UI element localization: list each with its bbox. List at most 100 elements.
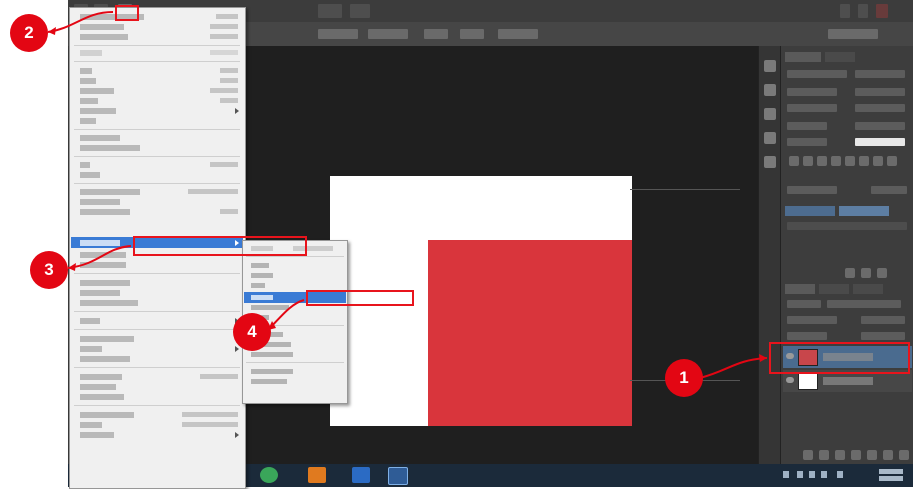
opacity-field[interactable] (861, 316, 905, 324)
menu-item-remote-connections[interactable] (80, 356, 130, 362)
menu-item-define-custom-shape[interactable] (80, 300, 138, 306)
clone-source-panel-icon[interactable] (764, 132, 776, 144)
layer-filter-select[interactable] (787, 300, 821, 308)
properties-panel-icon[interactable] (764, 84, 776, 96)
text-color-swatch[interactable] (855, 138, 905, 146)
leading-field[interactable] (855, 88, 905, 96)
menu-item-menus[interactable] (80, 422, 102, 428)
underline-icon[interactable] (873, 156, 883, 166)
menu-item-fade[interactable] (80, 50, 102, 56)
subscript-icon[interactable] (859, 156, 869, 166)
faux-italic-icon[interactable] (803, 156, 813, 166)
paragraph-styles-tab[interactable] (785, 206, 835, 216)
menu-item-step-forward[interactable] (80, 24, 124, 30)
minimize-button[interactable] (840, 4, 850, 18)
menu-item-auto-align[interactable] (80, 252, 126, 258)
menu-item-find-replace[interactable] (80, 145, 140, 151)
menu-item-content-aware-scale[interactable] (80, 189, 140, 195)
new-style-icon[interactable] (861, 268, 871, 278)
submenu-item-rotate-90-ccw[interactable] (251, 352, 293, 357)
all-caps-icon[interactable] (817, 156, 827, 166)
option-field[interactable] (368, 29, 408, 39)
submenu-item-flip-vertical[interactable] (251, 379, 287, 384)
fill-field[interactable] (861, 332, 905, 340)
font-size-field[interactable] (787, 88, 837, 96)
menu-item-paste[interactable] (80, 98, 98, 104)
character-styles-tab[interactable] (839, 206, 889, 216)
lock-options[interactable] (787, 332, 827, 340)
actions-panel-icon[interactable] (764, 156, 776, 168)
anti-alias-select[interactable] (871, 186, 907, 194)
menu-item-keyboard-shortcuts[interactable] (80, 412, 134, 418)
layers-panel-tab[interactable] (785, 284, 815, 294)
menu-item-color-settings[interactable] (80, 374, 122, 380)
tray-icon[interactable] (783, 471, 789, 478)
new-layer-icon[interactable] (883, 450, 893, 460)
layer-mask-icon[interactable] (835, 450, 845, 460)
word-icon[interactable] (352, 467, 370, 483)
menu-item-transform[interactable] (80, 240, 120, 246)
tracking-field[interactable] (855, 104, 905, 112)
workspace-switcher[interactable] (828, 29, 878, 39)
baseline-shift-field[interactable] (787, 138, 827, 146)
photoshop-icon[interactable] (388, 467, 408, 485)
paths-panel-tab[interactable] (853, 284, 883, 294)
visibility-eye-icon[interactable] (786, 377, 794, 383)
character-panel-tab[interactable] (785, 52, 821, 62)
menu-help[interactable] (350, 4, 370, 18)
network-icon[interactable] (809, 471, 815, 478)
submenu-item-scale[interactable] (251, 263, 269, 268)
menu-item-define-pattern[interactable] (80, 290, 120, 296)
menu-window[interactable] (318, 4, 342, 18)
menu-item-copy[interactable] (80, 78, 96, 84)
taskbar-clock[interactable] (879, 467, 907, 483)
menu-item-convert-to-profile[interactable] (80, 394, 124, 400)
horizontal-scale-field[interactable] (855, 122, 905, 130)
delete-style-icon[interactable] (877, 268, 887, 278)
faux-bold-icon[interactable] (789, 156, 799, 166)
tray-icon[interactable] (797, 471, 803, 478)
option-field[interactable] (318, 29, 358, 39)
small-caps-icon[interactable] (831, 156, 841, 166)
kerning-field[interactable] (787, 104, 837, 112)
brush-panel-icon[interactable] (764, 108, 776, 120)
layer-filter-icons[interactable] (827, 300, 901, 308)
submenu-item-flip-horizontal[interactable] (251, 369, 293, 374)
option-field[interactable] (460, 29, 484, 39)
menu-item-puppet-warp[interactable] (80, 199, 120, 205)
menu-item-purge[interactable] (80, 318, 100, 324)
menu-item-check-spelling[interactable] (80, 135, 120, 141)
submenu-item-skew[interactable] (251, 283, 265, 288)
menu-item-free-transform[interactable] (80, 209, 130, 215)
menu-item-define-brush[interactable] (80, 280, 130, 286)
menu-item-preferences[interactable] (80, 432, 114, 438)
menu-item-paste-special[interactable] (80, 108, 116, 114)
maximize-button[interactable] (858, 4, 868, 18)
menu-item-stroke[interactable] (80, 172, 100, 178)
new-group-icon[interactable] (867, 450, 877, 460)
menu-item-cut[interactable] (80, 68, 92, 74)
link-layers-icon[interactable] (803, 450, 813, 460)
submenu-item-rotate[interactable] (251, 273, 273, 278)
paragraph-panel-tab[interactable] (825, 52, 855, 62)
menu-item-assign-profile[interactable] (80, 384, 116, 390)
option-field[interactable] (424, 29, 448, 39)
flag-icon[interactable] (837, 471, 843, 478)
style-list[interactable] (787, 222, 907, 230)
menu-item-adobe-pdf-presets[interactable] (80, 336, 134, 342)
illustrator-icon[interactable] (308, 467, 326, 483)
close-button[interactable] (876, 4, 888, 18)
menu-item-clear[interactable] (80, 118, 96, 124)
font-family-field[interactable] (787, 70, 847, 78)
blend-mode-select[interactable] (787, 316, 837, 324)
style-option-icon[interactable] (845, 268, 855, 278)
layer-style-icon[interactable] (819, 450, 829, 460)
delete-layer-icon[interactable] (899, 450, 909, 460)
option-field[interactable] (498, 29, 538, 39)
menu-item-presets[interactable] (80, 346, 102, 352)
vertical-scale-field[interactable] (787, 122, 827, 130)
chrome-icon[interactable] (260, 467, 278, 483)
submenu-item-distort[interactable] (251, 295, 273, 300)
adjustment-layer-icon[interactable] (851, 450, 861, 460)
channels-panel-tab[interactable] (819, 284, 849, 294)
